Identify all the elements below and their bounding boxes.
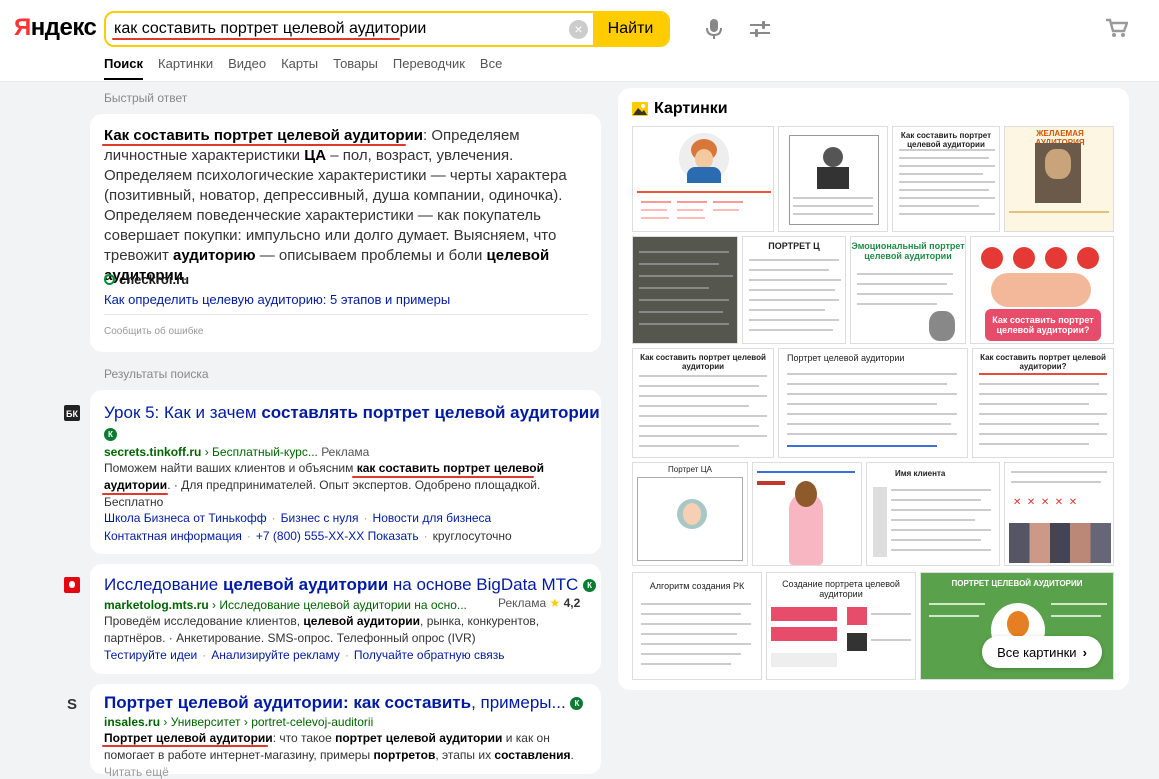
image-thumbnail[interactable]: Портрет ЦА	[632, 462, 748, 566]
yandex-logo[interactable]: Яндекс	[14, 14, 97, 42]
quick-answer-card: Как составить портрет целевой аудитории:…	[90, 114, 601, 352]
snippet-underline	[102, 493, 168, 495]
microphone-icon[interactable]	[706, 19, 722, 39]
verified-icon: К	[570, 697, 584, 711]
tab-translator[interactable]: Переводчик	[393, 56, 465, 80]
snippet-underline	[352, 476, 534, 478]
quick-answer-label: Быстрый ответ	[104, 91, 188, 105]
tab-goods[interactable]: Товары	[333, 56, 378, 80]
result-snippet: Портрет целевой аудитории: что такое пор…	[104, 731, 574, 779]
all-images-button[interactable]: Все картинки ›	[982, 636, 1102, 668]
insales-icon: S	[67, 696, 77, 711]
image-thumbnail[interactable]: Как составить портрет целевой аудитории	[892, 126, 1000, 232]
sitelink[interactable]: Бизнес с нуля	[281, 511, 359, 525]
mts-icon	[64, 577, 80, 593]
sitelink[interactable]: Новости для бизнеса	[373, 511, 492, 525]
image-thumbnail[interactable]: Как составить портрет целевой аудитории	[632, 348, 774, 458]
result-url[interactable]: secrets.tinkoff.ru › Бесплатный-курс... …	[104, 445, 369, 459]
result-snippet: Поможем найти ваших клиентов и объясним …	[104, 461, 544, 509]
images-panel: Картинки Как составить портрет целевой а…	[618, 88, 1129, 690]
answer-source[interactable]: checkroi.ru	[104, 272, 189, 287]
image-thumbnail[interactable]: Имя клиента	[866, 462, 1000, 566]
star-icon: ★	[549, 596, 561, 610]
image-thumbnail[interactable]: Эмоциональный портрет целевой аудитории	[850, 236, 966, 344]
sitelink[interactable]: Получайте обратную связь	[354, 648, 505, 662]
header: Яндекс × Найти Поиск Картинки Видео Карт…	[0, 0, 1159, 82]
sitelink[interactable]: +7 (800) 555-XX-XX Показать	[256, 529, 419, 543]
tab-video[interactable]: Видео	[228, 56, 266, 80]
quick-answer-text: Как составить портрет целевой аудитории:…	[104, 127, 567, 284]
clear-icon[interactable]: ×	[569, 20, 588, 39]
search-result: Портрет целевой аудитории: как составить…	[90, 684, 601, 779]
search-result: Урок 5: Как и зачем составлять портрет ц…	[90, 390, 601, 554]
report-error-link[interactable]: Сообщить об ошибке	[104, 326, 203, 337]
image-thumbnail[interactable]: Как составить портрет целевой аудитории?	[972, 348, 1114, 458]
checkmark-icon	[104, 274, 115, 285]
search-tabs: Поиск Картинки Видео Карты Товары Перево…	[104, 56, 517, 80]
image-thumbnail[interactable]	[778, 126, 888, 232]
image-thumbnail[interactable]	[632, 126, 774, 232]
image-thumbnail[interactable]: ПОРТРЕТ Ц	[742, 236, 846, 344]
tab-all[interactable]: Все	[480, 56, 502, 80]
svg-text:БК: БК	[66, 409, 78, 419]
shirt	[687, 167, 721, 183]
sitelink[interactable]: Тестируйте идеи	[104, 648, 197, 662]
result-title[interactable]: Урок 5: Как и зачем составлять портрет ц…	[104, 402, 600, 424]
picture-icon	[632, 102, 648, 116]
sitelink: круглосуточно	[432, 529, 512, 543]
image-thumbnail[interactable]: Портрет целевой аудитории	[778, 348, 968, 458]
read-more-link[interactable]: Читать ещё	[104, 765, 169, 779]
result-url[interactable]: insales.ru › Университет › portret-celev…	[104, 715, 373, 729]
svg-text:S: S	[67, 696, 77, 711]
image-thumbnail[interactable]: Как составить портрет целевой аудитории?	[970, 236, 1114, 344]
search-input[interactable]	[114, 13, 574, 45]
verified-icon: К	[583, 579, 597, 593]
result-sitelinks: Тестируйте идеи · Анализируйте рекламу · Пол…	[104, 648, 505, 662]
bk-icon: БК	[64, 405, 80, 421]
sitelink[interactable]: Школа Бизнеса от Тинькофф	[104, 511, 267, 525]
result-sitelinks: Контактная информация · +7 (800) 555-XX-XX…	[104, 529, 512, 543]
chevron-right-icon: ›	[1082, 644, 1087, 660]
settings-icon[interactable]	[750, 20, 770, 38]
cart-icon[interactable]	[1106, 18, 1128, 38]
image-thumbnail[interactable]: ЖЕЛАЕМАЯ АУДИТОРИЯ	[1004, 126, 1114, 232]
search-button[interactable]: Найти	[593, 13, 668, 45]
search-result: Исследование целевой аудитории на основе…	[90, 564, 601, 674]
image-thumbnail[interactable]: Создание портрета целевой аудитории	[766, 572, 916, 680]
answer-link[interactable]: Как определить целевую аудиторию: 5 этап…	[104, 292, 450, 307]
verified-icon: К	[104, 428, 117, 442]
image-thumbnail[interactable]	[632, 236, 738, 344]
result-title[interactable]: Портрет целевой аудитории: как составить…	[104, 692, 584, 714]
divider	[104, 314, 588, 315]
images-title[interactable]: Картинки	[632, 100, 728, 118]
result-title[interactable]: Исследование целевой аудитории на основе…	[104, 574, 597, 596]
result-snippet: Проведём исследование клиентов, целевой …	[104, 614, 540, 645]
tab-images[interactable]: Картинки	[158, 56, 213, 80]
sitelink[interactable]: Контактная информация	[104, 529, 242, 543]
snippet-underline	[102, 745, 268, 747]
face	[695, 149, 713, 169]
answer-underline	[102, 144, 406, 146]
sitelink[interactable]: Анализируйте рекламу	[211, 648, 340, 662]
search-box: × Найти	[104, 11, 670, 47]
result-ad-rating: Реклама ★ 4,2	[498, 596, 581, 610]
image-thumbnail[interactable]: Алгоритм создания РК	[632, 572, 762, 680]
result-sitelinks: Школа Бизнеса от Тинькофф · Бизнес с нуля ·…	[104, 511, 492, 525]
image-thumbnail[interactable]: ✕ ✕ ✕ ✕ ✕	[1004, 462, 1114, 566]
image-thumbnail[interactable]	[752, 462, 862, 566]
tab-search[interactable]: Поиск	[104, 56, 144, 80]
results-label: Результаты поиска	[104, 367, 209, 381]
result-url[interactable]: marketolog.mts.ru › Исследование целевой…	[104, 598, 467, 612]
query-underline	[112, 38, 400, 40]
tab-maps[interactable]: Карты	[281, 56, 318, 80]
